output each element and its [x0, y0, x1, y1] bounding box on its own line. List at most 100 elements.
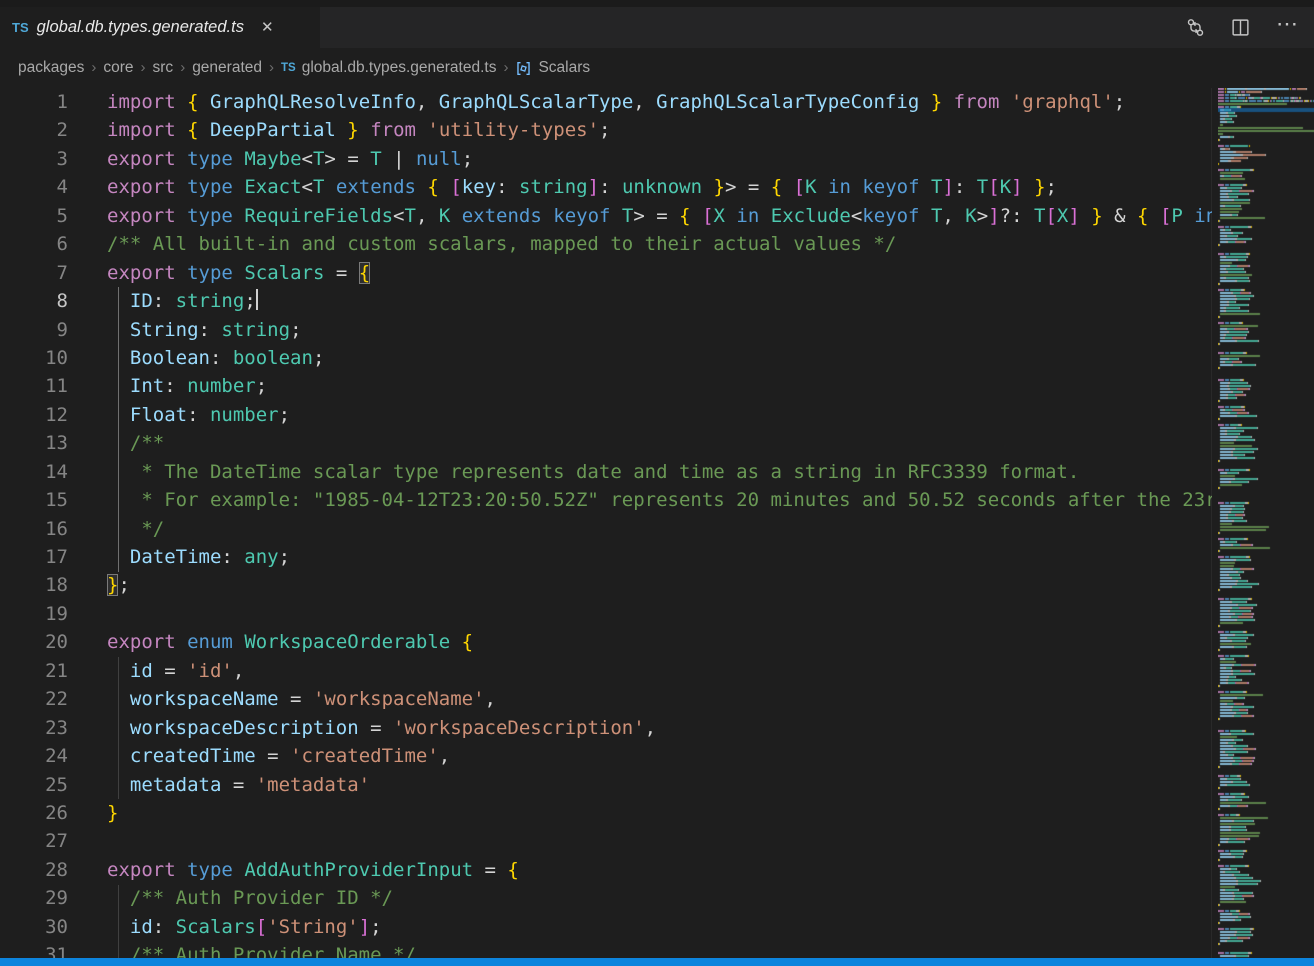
code-token	[702, 176, 713, 198]
line-number: 4	[0, 173, 68, 201]
tab-global-db-types-generated[interactable]: TS global.db.types.generated.ts ✕	[0, 7, 320, 48]
code-line[interactable]: 12 Float: number;	[0, 401, 1212, 429]
code-token: ]	[1068, 205, 1079, 227]
code-line[interactable]: 31 /** Auth Provider Name */	[0, 941, 1212, 958]
code-token: }	[107, 802, 118, 824]
code-token: {	[1137, 205, 1148, 227]
code-token	[176, 91, 187, 113]
code-token: ;	[244, 290, 255, 312]
code-line[interactable]: 4export type Exact<T extends { [key: str…	[0, 173, 1212, 201]
code-line[interactable]: 23 workspaceDescription = 'workspaceDesc…	[0, 714, 1212, 742]
code-token: <	[302, 176, 313, 198]
code-text: export type RequireFields<T, K extends k…	[0, 202, 1212, 230]
code-token: ;	[1114, 91, 1125, 113]
code-line[interactable]: 26}	[0, 799, 1212, 827]
code-token: [	[450, 176, 461, 198]
code-line[interactable]: 29 /** Auth Provider ID */	[0, 884, 1212, 912]
breadcrumb-item-global-db-types-generated-ts[interactable]: TSglobal.db.types.generated.ts	[281, 59, 496, 77]
breadcrumb-item-scalars[interactable]: Scalars	[515, 59, 590, 77]
code-line[interactable]: 21 id = 'id',	[0, 657, 1212, 685]
code-line[interactable]: 25 metadata = 'metadata'	[0, 771, 1212, 799]
code-text: DateTime: any;	[0, 543, 1212, 571]
code-token: K	[965, 205, 976, 227]
code-token: 'createdTime'	[290, 745, 439, 767]
code-token: X	[1057, 205, 1068, 227]
code-token: keyof	[553, 205, 610, 227]
line-number: 16	[0, 515, 68, 543]
code-line[interactable]: 30 id: Scalars['String'];	[0, 913, 1212, 941]
code-line[interactable]: 2import { DeepPartial } from 'utility-ty…	[0, 116, 1212, 144]
code-token: import	[107, 119, 176, 141]
open-changes-icon	[1186, 18, 1205, 37]
code-token: ;	[313, 347, 324, 369]
breadcrumb-item-core[interactable]: core	[103, 59, 133, 77]
code-token: GraphQLScalarTypeConfig	[656, 91, 919, 113]
code-token: null	[416, 148, 462, 170]
breadcrumb-item-src[interactable]: src	[153, 59, 174, 77]
breadcrumb-item-packages[interactable]: packages	[18, 59, 84, 77]
code-line[interactable]: 19	[0, 600, 1212, 628]
line-number: 27	[0, 827, 68, 855]
code-line[interactable]: 1import { GraphQLResolveInfo, GraphQLSca…	[0, 88, 1212, 116]
code-token: ?:	[1000, 205, 1034, 227]
code-line[interactable]: 10 Boolean: boolean;	[0, 344, 1212, 372]
code-token: [	[1160, 205, 1171, 227]
split-editor-button[interactable]	[1231, 18, 1250, 37]
code-line[interactable]: 18};	[0, 571, 1212, 599]
code-line[interactable]: 20export enum WorkspaceOrderable {	[0, 628, 1212, 656]
code-line[interactable]: 3export type Maybe<T> = T | null;	[0, 145, 1212, 173]
code-token: =	[336, 148, 370, 170]
code-token: /** Auth Provider Name */	[130, 944, 416, 958]
code-token: ]	[942, 176, 953, 198]
code-line[interactable]: 17 DateTime: any;	[0, 543, 1212, 571]
code-token: import	[107, 91, 176, 113]
code-token: =	[256, 745, 290, 767]
code-line[interactable]: 8 ID: string;	[0, 287, 1212, 315]
code-line[interactable]: 15 * For example: "1985-04-12T23:20:50.5…	[0, 486, 1212, 514]
code-line[interactable]: 27	[0, 827, 1212, 855]
code-token: :	[187, 404, 210, 426]
code-text: ID: string;	[0, 287, 1212, 315]
code-token: ;	[290, 319, 301, 341]
minimap[interactable]	[1212, 88, 1314, 958]
breadcrumb-separator-icon: ›	[173, 59, 192, 76]
code-token: workspaceName	[130, 688, 279, 710]
code-line[interactable]: 28export type AddAuthProviderInput = {	[0, 856, 1212, 884]
code-token: =	[279, 688, 313, 710]
line-number: 25	[0, 771, 68, 799]
code-line[interactable]: 6/** All built-in and custom scalars, ma…	[0, 230, 1212, 258]
code-line[interactable]: 22 workspaceName = 'workspaceName',	[0, 685, 1212, 713]
code-line[interactable]: 24 createdTime = 'createdTime',	[0, 742, 1212, 770]
line-number: 7	[0, 259, 68, 287]
code-line[interactable]: 16 */	[0, 515, 1212, 543]
code-text: }	[0, 799, 1212, 827]
open-changes-button[interactable]	[1186, 18, 1205, 37]
symbol-type-icon	[515, 60, 532, 77]
code-text: String: string;	[0, 316, 1212, 344]
code-lines[interactable]: 1import { GraphQLResolveInfo, GraphQLSca…	[0, 88, 1212, 958]
code-token	[851, 176, 862, 198]
line-number: 6	[0, 230, 68, 258]
tab-close-button[interactable]: ✕	[258, 18, 277, 37]
status-bar	[0, 958, 1314, 966]
code-token: GraphQLScalarType	[439, 91, 633, 113]
code-line[interactable]: 9 String: string;	[0, 316, 1212, 344]
code-text: import { DeepPartial } from 'utility-typ…	[0, 116, 1212, 144]
tab-bar: TS global.db.types.generated.ts ✕	[0, 0, 1314, 48]
code-token	[176, 119, 187, 141]
breadcrumb-item-generated[interactable]: generated	[192, 59, 262, 77]
code-line[interactable]: 5export type RequireFields<T, K extends …	[0, 202, 1212, 230]
code-token: ;	[118, 574, 129, 596]
breadcrumb-label: global.db.types.generated.ts	[302, 59, 497, 77]
code-line[interactable]: 13 /**	[0, 429, 1212, 457]
code-line[interactable]: 7export type Scalars = {	[0, 259, 1212, 287]
code-line[interactable]: 14 * The DateTime scalar type represents…	[0, 458, 1212, 486]
code-token: type	[187, 176, 233, 198]
more-actions-button[interactable]: ⋯	[1276, 19, 1300, 29]
code-token: ,	[645, 717, 656, 739]
code-token	[199, 91, 210, 113]
code-token: <	[302, 148, 313, 170]
code-text: workspaceName = 'workspaceName',	[0, 685, 1212, 713]
code-line[interactable]: 11 Int: number;	[0, 372, 1212, 400]
code-token	[336, 119, 347, 141]
